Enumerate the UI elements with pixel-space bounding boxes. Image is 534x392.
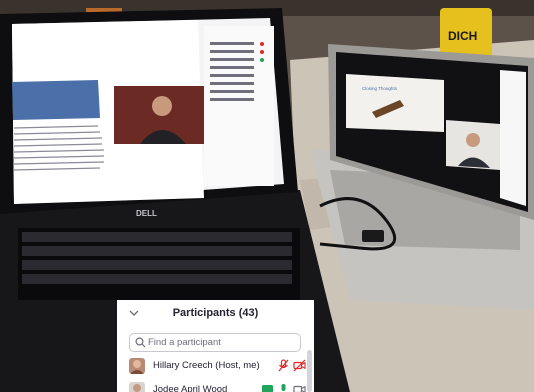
cup-label: DICH [448, 29, 477, 43]
video-off-icon[interactable] [293, 359, 306, 372]
participants-title: Participants (43) [172, 307, 259, 319]
participant-name: Hillary Creech (Host, me) [153, 360, 260, 371]
mic-muted-icon[interactable] [277, 359, 290, 372]
share-screen-icon [262, 385, 273, 392]
participants-panel: Participants (43) Hillary Creech (Host, … [117, 300, 314, 392]
participants-header: Participants (43) [117, 300, 314, 328]
dell-logo: DELL [136, 209, 157, 218]
participant-name: Jodee April Wood [153, 384, 228, 392]
dell-status-red [260, 42, 264, 46]
mic-icon[interactable] [277, 383, 290, 392]
dell-status-red-2 [260, 50, 264, 54]
participant-row[interactable]: Jodee April Wood [129, 380, 309, 392]
woman-head [466, 133, 480, 147]
photo: DICH DELL Closing Thoughts Participants … [0, 0, 534, 392]
avatar [129, 358, 145, 374]
search-input[interactable] [148, 335, 296, 350]
participants-scrollbar[interactable] [307, 350, 312, 392]
silver-slide-title: Closing Thoughts [362, 86, 398, 91]
dell-status-green [260, 58, 264, 62]
silver-participants-sidebar [500, 70, 526, 206]
video-icon[interactable] [293, 383, 306, 392]
search-icon [135, 337, 146, 348]
participant-row[interactable]: Hillary Creech (Host, me) [129, 356, 309, 378]
man-head [152, 96, 172, 116]
participant-search[interactable] [129, 333, 301, 352]
dell-slide-header [12, 80, 100, 120]
avatar [129, 382, 145, 392]
cable-adapter [362, 230, 384, 242]
